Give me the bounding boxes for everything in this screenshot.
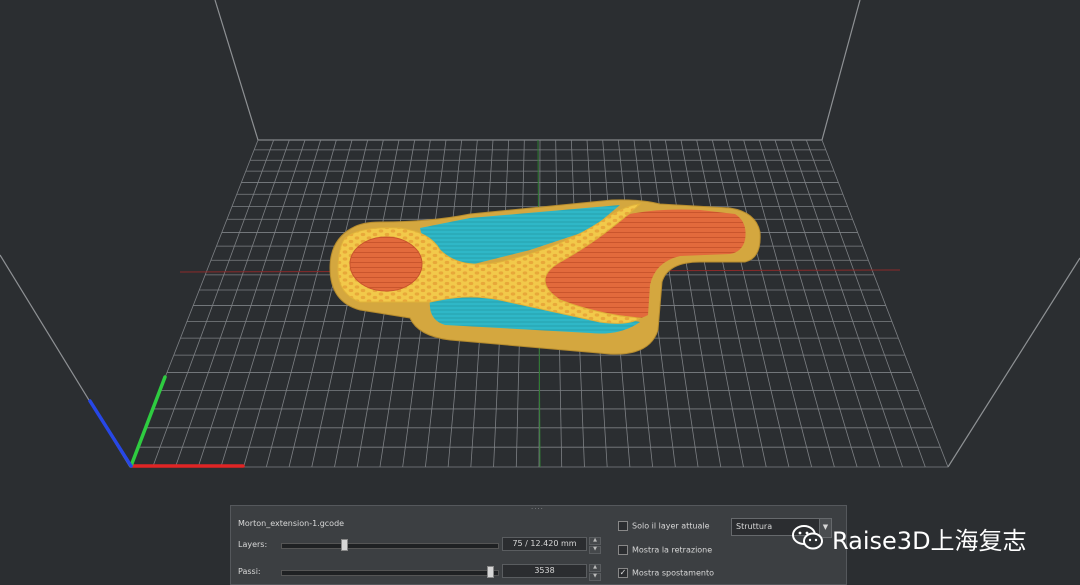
- grid-line: [774, 139, 881, 468]
- grid-line: [758, 139, 858, 468]
- grid-line: [727, 139, 813, 468]
- mostra-spostamento-label: Mostra spostamento: [632, 568, 714, 578]
- grid-line: [152, 139, 275, 468]
- layers-value-field[interactable]: 75 / 12.420 mm: [502, 537, 587, 551]
- grid-line: [220, 139, 322, 468]
- grid-line: [711, 139, 790, 468]
- steps-down-arrow-icon[interactable]: ▼: [589, 573, 601, 581]
- layers-spinner[interactable]: ▲ ▼: [589, 537, 601, 554]
- layers-down-arrow-icon[interactable]: ▼: [589, 546, 601, 554]
- gcode-preview-panel: ···· Morton_extension-1.gcode Layers: 75…: [230, 505, 847, 585]
- mostra-retrazione-label: Mostra la retrazione: [632, 545, 713, 555]
- solo-layer-label: Solo il layer attuale: [632, 521, 710, 531]
- mostra-retrazione-checkbox[interactable]: Mostra la retrazione: [618, 545, 712, 555]
- wechat-icon: [792, 525, 823, 550]
- 3d-viewport[interactable]: [0, 0, 1080, 585]
- grid-line: [265, 139, 353, 468]
- panel-drag-handle[interactable]: ····: [531, 506, 547, 513]
- grid-line: [696, 139, 767, 468]
- checkbox-icon[interactable]: ✓: [618, 568, 628, 578]
- grid-line: [197, 139, 306, 468]
- watermark: Raise3D上海复志: [792, 518, 1027, 558]
- steps-up-arrow-icon[interactable]: ▲: [589, 564, 601, 572]
- grid-line: [805, 139, 926, 468]
- grid-line: [790, 139, 903, 468]
- steps-spinner[interactable]: ▲ ▼: [589, 564, 601, 581]
- steps-slider[interactable]: [281, 566, 499, 578]
- steps-value-field[interactable]: 3538: [502, 564, 587, 578]
- layers-label: Layers:: [238, 540, 268, 549]
- layers-slider[interactable]: [281, 539, 499, 551]
- checkbox-icon[interactable]: [618, 521, 628, 531]
- grid-line: [821, 139, 949, 468]
- watermark-text: Raise3D上海复志: [832, 526, 1027, 555]
- layers-up-arrow-icon[interactable]: ▲: [589, 537, 601, 545]
- mostra-spostamento-checkbox[interactable]: ✓ Mostra spostamento: [618, 568, 714, 578]
- sliced-model[interactable]: [329, 199, 761, 355]
- checkbox-icon[interactable]: [618, 545, 628, 555]
- model-heel-cup: [349, 236, 423, 292]
- layers-slider-handle[interactable]: [340, 539, 348, 551]
- grid-line: [175, 139, 290, 468]
- steps-label: Passi:: [238, 567, 261, 576]
- steps-slider-handle[interactable]: [486, 566, 494, 578]
- grid-line: [743, 139, 835, 468]
- view-mode-value: Struttura: [736, 522, 773, 531]
- solo-layer-checkbox[interactable]: Solo il layer attuale: [618, 521, 710, 531]
- gcode-filename: Morton_extension-1.gcode: [238, 519, 345, 528]
